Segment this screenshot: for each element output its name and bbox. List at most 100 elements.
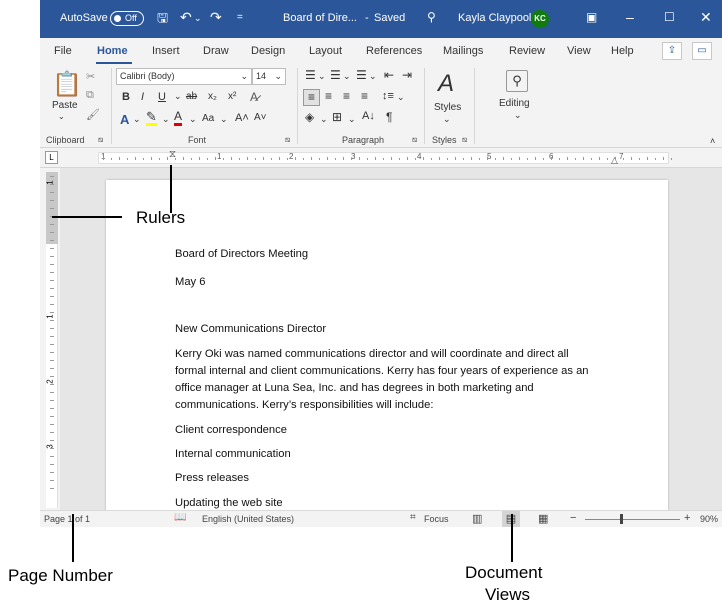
font-family-select[interactable]: Calibri (Body) ⌄: [116, 68, 252, 85]
undo-icon[interactable]: ↶: [180, 9, 192, 26]
editing-button[interactable]: Editing: [499, 98, 530, 109]
zoom-slider-track[interactable]: [585, 519, 680, 520]
chevron-down-icon[interactable]: ⌄: [348, 114, 356, 125]
underline-button[interactable]: U: [158, 91, 166, 103]
justify-icon[interactable]: ≡: [361, 89, 368, 103]
chevron-down-icon[interactable]: ⌄: [320, 114, 328, 125]
paste-button[interactable]: Paste: [52, 100, 78, 111]
save-icon[interactable]: 🖫: [157, 9, 168, 31]
align-left-icon[interactable]: ≡: [303, 89, 320, 106]
zoom-out-button[interactable]: −: [570, 512, 576, 524]
read-mode-icon[interactable]: ▥: [472, 512, 482, 525]
collapse-ribbon-icon[interactable]: ˄: [710, 136, 715, 146]
search-icon[interactable]: ⚲: [427, 10, 436, 24]
italic-button[interactable]: I: [141, 91, 144, 103]
focus-icon[interactable]: ⌗: [410, 512, 416, 523]
paste-dropdown-icon[interactable]: ⌄: [58, 112, 65, 121]
tab-home[interactable]: Home: [97, 45, 128, 57]
font-launcher-icon[interactable]: ⧅: [285, 135, 290, 145]
styles-launcher-icon[interactable]: ⧅: [462, 135, 467, 145]
chevron-down-icon[interactable]: ⌄: [343, 71, 351, 82]
show-formatting-button[interactable]: ¶: [386, 110, 392, 124]
chevron-down-icon[interactable]: ⌄: [162, 114, 170, 125]
tab-references[interactable]: References: [366, 45, 422, 57]
align-center-icon[interactable]: ≡: [325, 89, 332, 103]
superscript-button[interactable]: x²: [228, 91, 236, 102]
styles-icon[interactable]: A: [438, 70, 454, 98]
multilevel-list-icon[interactable]: ☰: [356, 68, 367, 82]
styles-button[interactable]: Styles: [434, 102, 461, 113]
highlight-icon[interactable]: ✎: [146, 110, 157, 126]
redo-icon[interactable]: ↷: [210, 9, 222, 26]
paragraph-launcher-icon[interactable]: ⧅: [412, 135, 417, 145]
tab-file[interactable]: File: [54, 45, 72, 57]
minimize-icon[interactable]: –: [626, 9, 634, 25]
zoom-level[interactable]: 90%: [700, 514, 718, 524]
text-effects-icon[interactable]: A: [120, 112, 129, 127]
format-painter-icon[interactable]: 🖌: [86, 108, 100, 121]
paste-icon[interactable]: 📋: [52, 70, 82, 99]
shading-icon[interactable]: ◈: [305, 110, 314, 124]
ruler-tick: [463, 158, 464, 160]
ribbon-display-options-icon[interactable]: ▣: [586, 10, 597, 24]
web-layout-icon[interactable]: ▦: [538, 512, 548, 525]
sort-icon[interactable]: A↓: [362, 110, 375, 122]
ruler-tick: [527, 158, 528, 160]
page-number-indicator[interactable]: Page 1 of 1: [44, 514, 90, 524]
chevron-down-icon[interactable]: ⌄: [318, 71, 326, 82]
tab-review[interactable]: Review: [509, 45, 545, 57]
chevron-down-icon[interactable]: ⌄: [189, 114, 197, 125]
clipboard-launcher-icon[interactable]: ⧅: [98, 135, 103, 145]
focus-button[interactable]: Focus: [424, 514, 449, 524]
chevron-down-icon[interactable]: ⌄: [514, 110, 522, 121]
comments-icon[interactable]: ▭: [692, 42, 712, 60]
tab-mailings[interactable]: Mailings: [443, 45, 483, 57]
find-icon[interactable]: ⚲: [506, 70, 528, 92]
bullets-icon[interactable]: ☰: [305, 68, 316, 82]
borders-icon[interactable]: ⊞: [332, 110, 342, 124]
align-right-icon[interactable]: ≡: [343, 89, 350, 103]
chevron-down-icon[interactable]: ⌄: [397, 92, 405, 103]
close-icon[interactable]: ✕: [700, 9, 712, 26]
tab-design[interactable]: Design: [251, 45, 285, 57]
cut-icon[interactable]: ✂: [86, 70, 95, 83]
shrink-font-button[interactable]: A˅: [254, 112, 267, 123]
decrease-indent-icon[interactable]: ⇤: [384, 68, 394, 82]
customize-toolbar-icon[interactable]: =: [237, 12, 243, 23]
tab-selector[interactable]: L: [45, 151, 58, 164]
tab-insert[interactable]: Insert: [152, 45, 180, 57]
vertical-ruler[interactable]: 1 1 2 3: [46, 172, 58, 508]
copy-icon[interactable]: ⧉: [86, 89, 94, 102]
chevron-down-icon[interactable]: ⌄: [369, 71, 377, 82]
proofing-icon[interactable]: 📖: [174, 512, 186, 523]
subscript-button[interactable]: x₂: [208, 91, 217, 102]
avatar[interactable]: KC: [531, 10, 549, 28]
font-color-icon[interactable]: A: [174, 110, 183, 126]
share-icon[interactable]: ⇪: [662, 42, 682, 60]
change-case-button[interactable]: Aa: [202, 113, 214, 124]
zoom-in-button[interactable]: +: [684, 512, 690, 524]
chevron-down-icon[interactable]: ⌄: [443, 114, 451, 125]
numbering-icon[interactable]: ☰: [330, 68, 341, 82]
language-indicator[interactable]: English (United States): [202, 514, 294, 524]
maximize-icon[interactable]: ☐: [664, 10, 675, 24]
line-spacing-icon[interactable]: ↕≡: [382, 90, 394, 102]
horizontal-ruler[interactable]: 1 1 2 3 4 5 6 7 ⧖ △: [98, 149, 672, 165]
zoom-slider-thumb[interactable]: [620, 514, 623, 524]
undo-dropdown-icon[interactable]: ⌄: [194, 13, 202, 24]
font-size-select[interactable]: 14 ⌄: [252, 68, 286, 85]
tab-view[interactable]: View: [567, 45, 591, 57]
strikethrough-button[interactable]: ab: [186, 91, 197, 102]
tab-layout[interactable]: Layout: [309, 45, 342, 57]
bold-button[interactable]: B: [122, 91, 130, 103]
tab-help[interactable]: Help: [611, 45, 634, 57]
increase-indent-icon[interactable]: ⇥: [402, 68, 412, 82]
chevron-down-icon[interactable]: ⌄: [174, 91, 182, 102]
document-page[interactable]: Board of Directors Meeting May 6 New Com…: [106, 180, 668, 510]
autosave-toggle[interactable]: Off: [110, 11, 144, 26]
chevron-down-icon[interactable]: ⌄: [220, 114, 228, 125]
chevron-down-icon[interactable]: ⌄: [133, 114, 141, 125]
tab-draw[interactable]: Draw: [203, 45, 229, 57]
clear-formatting-icon[interactable]: A̷: [250, 90, 258, 104]
grow-font-button[interactable]: A˄: [235, 112, 249, 124]
